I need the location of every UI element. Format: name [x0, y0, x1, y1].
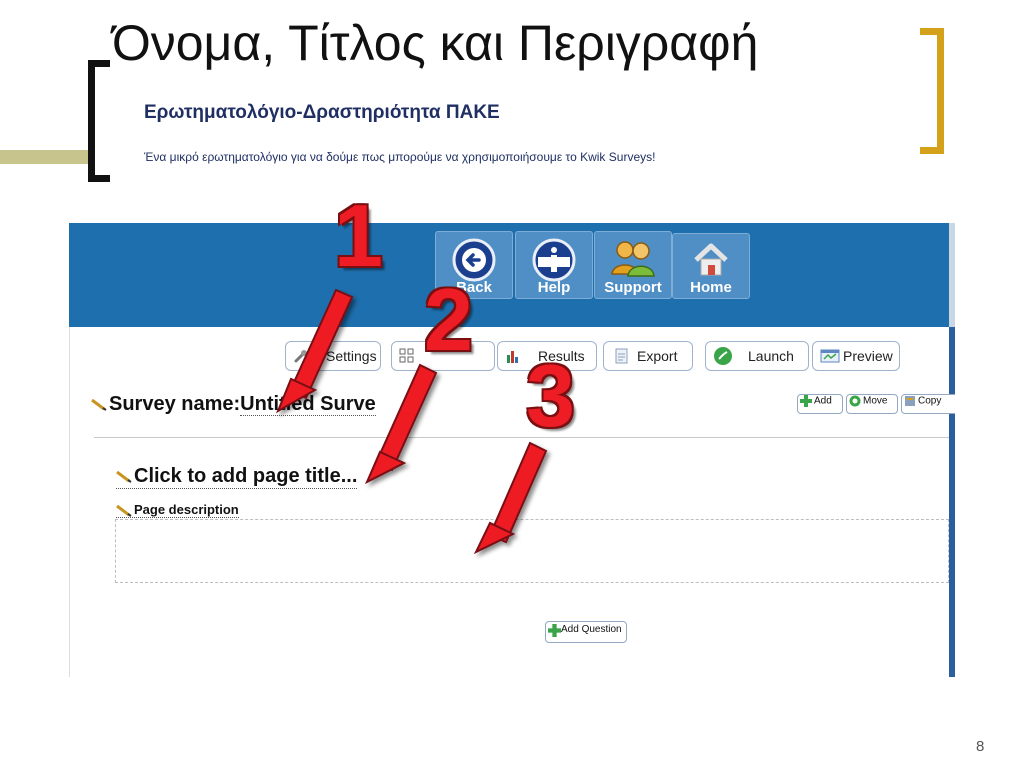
nav-help-button[interactable]: Help — [515, 231, 593, 299]
move-page-label: Move — [863, 395, 888, 407]
survey-name-value: Untitled Surve — [240, 393, 376, 416]
settings-label: Settings — [326, 348, 377, 364]
nav-support-button[interactable]: Support — [594, 231, 672, 299]
survey-description: Ένα μικρό ερωτηματολόγιο για να δούμε πω… — [144, 150, 656, 164]
preview-button[interactable]: Preview — [812, 341, 900, 371]
page-description-field[interactable]: Page description — [116, 502, 239, 518]
annotation-number-3: 3 — [526, 346, 575, 445]
page-title-text: Click to add page title... — [134, 465, 358, 487]
launch-button[interactable]: Launch — [705, 341, 809, 371]
page-description-box[interactable] — [115, 519, 949, 583]
nav-home-label: Home — [690, 279, 732, 296]
add-page-button[interactable]: Add — [797, 394, 843, 414]
page-title-field[interactable]: Click to add page title... — [116, 465, 358, 489]
preview-label: Preview — [843, 348, 893, 364]
header-scroll-edge — [949, 223, 955, 327]
add-page-label: Add — [814, 395, 832, 407]
pencil-icon — [116, 470, 132, 483]
slide-page-number: 8 — [976, 738, 985, 755]
grid-icon — [399, 348, 414, 363]
wrench-icon — [294, 350, 307, 363]
annotation-number-1: 1 — [334, 186, 383, 285]
survey-name-field[interactable]: Survey name:Untitled Surve — [91, 393, 376, 416]
launch-icon — [714, 347, 732, 365]
survey-name-label: Survey name: — [109, 393, 241, 415]
copy-page-button[interactable]: Copy — [901, 394, 955, 414]
export-button[interactable]: Export — [603, 341, 693, 371]
plus-icon — [800, 395, 812, 407]
nav-support-label: Support — [604, 279, 662, 296]
move-page-button[interactable]: Move — [846, 394, 898, 414]
app-screenshot: Back Help Support Home Settings Results … — [69, 223, 955, 677]
decorative-bar — [0, 150, 92, 164]
nav-help-label: Help — [537, 279, 571, 296]
app-left-edge — [69, 327, 70, 677]
info-icon — [532, 238, 576, 282]
plus-icon — [548, 624, 561, 637]
slide-title: Όνομα, Τίτλος και Περιγραφή — [112, 15, 759, 71]
people-icon — [611, 241, 655, 277]
preview-icon — [820, 349, 840, 363]
house-icon — [694, 243, 728, 276]
add-question-button[interactable]: Add Question — [545, 621, 627, 643]
app-header: Back Help Support Home — [69, 223, 955, 327]
pencil-icon — [91, 398, 107, 411]
survey-heading: Ερωτηματολόγιο-Δραστηριότητα ΠΑΚΕ — [144, 102, 500, 123]
nav-home-button[interactable]: Home — [672, 233, 750, 299]
settings-button[interactable]: Settings — [285, 341, 381, 371]
app-scrollbar[interactable] — [949, 327, 955, 677]
annotation-number-2: 2 — [424, 270, 473, 369]
launch-label: Launch — [748, 348, 794, 364]
copy-icon — [905, 396, 915, 406]
bar-chart-icon — [507, 351, 518, 363]
export-icon — [615, 348, 628, 364]
copy-page-label: Copy — [918, 395, 942, 407]
left-bracket-decoration — [88, 60, 110, 182]
export-label: Export — [637, 348, 678, 364]
pencil-icon — [116, 504, 132, 517]
add-question-label: Add Question — [561, 624, 622, 635]
section-divider — [94, 437, 949, 438]
page-description-label: Page description — [134, 502, 239, 517]
right-bracket-decoration — [920, 28, 944, 154]
move-icon — [849, 395, 861, 407]
